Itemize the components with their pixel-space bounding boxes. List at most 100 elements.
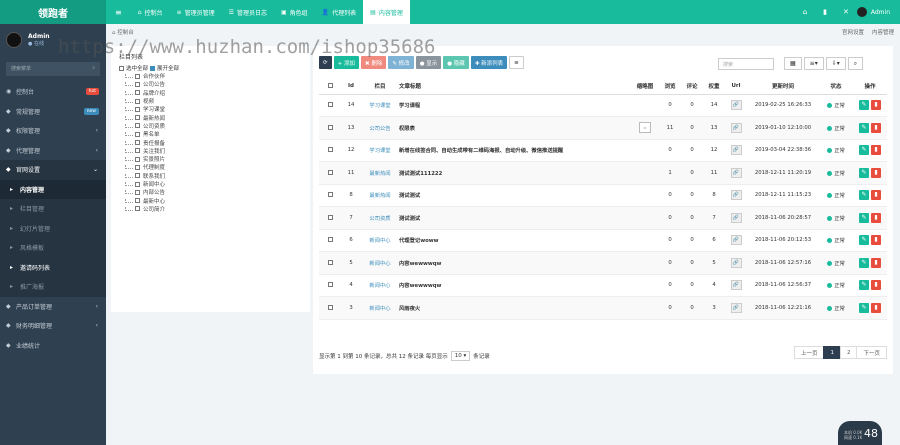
row-checkbox[interactable] xyxy=(319,296,341,320)
page-2-button[interactable]: 2 xyxy=(839,346,858,359)
col-thumb[interactable]: 缩略图 xyxy=(631,78,659,95)
link-icon[interactable]: 🔗 xyxy=(730,302,742,313)
app-logo[interactable]: 领跑者 xyxy=(0,0,106,24)
row-category[interactable]: 新闻中心 xyxy=(361,229,399,252)
row-category[interactable]: 公司公告 xyxy=(361,116,399,140)
tree-node[interactable]: 最新热闻 xyxy=(125,113,165,122)
table-row[interactable]: 11 最新热闻 测试测试111222 1 0 11 🔗 2018-12-11 11:20:19… xyxy=(319,161,887,185)
tree-node[interactable]: 品牌介绍 xyxy=(125,89,165,97)
sidebar-item-permissions[interactable]: ◆ 权限管理 ‹ xyxy=(0,121,106,141)
tree-node-checkbox[interactable] xyxy=(135,81,140,87)
link-icon[interactable]: 🔗 xyxy=(730,212,742,223)
tree-node[interactable]: 视频 xyxy=(125,97,165,105)
toggle-view-icon[interactable]: ▦ xyxy=(784,57,802,70)
tree-node[interactable]: 联系我们 xyxy=(125,172,165,180)
search-icon[interactable]: ⌕ xyxy=(847,57,864,70)
tree-node[interactable]: 实景照片 xyxy=(125,155,165,163)
more-menu-button[interactable]: ≡ xyxy=(509,56,524,69)
row-checkbox[interactable] xyxy=(319,229,341,252)
row-checkbox[interactable] xyxy=(319,206,341,230)
row-checkbox[interactable] xyxy=(319,274,341,297)
link-icon[interactable]: 🔗 xyxy=(730,122,742,133)
tree-node-checkbox[interactable] xyxy=(135,73,140,79)
topnav-admin-manage[interactable]: ≡ 管理员管理 xyxy=(170,0,222,24)
columns-icon[interactable]: ≡▾ xyxy=(803,57,824,70)
tree-node[interactable]: 公司公告 xyxy=(125,80,165,88)
table-row[interactable]: 5 新闻中心 内容wewwwqw 0 0 5 🔗 2018-11-06 12:57:16 正常 ✎… xyxy=(319,251,887,275)
topnav-admin-log[interactable]: ☰ 管理员日志 xyxy=(222,0,274,24)
col-category[interactable]: 栏目 xyxy=(361,78,399,95)
tree-node-checkbox[interactable] xyxy=(135,98,140,104)
tree-node-checkbox[interactable] xyxy=(135,198,140,204)
col-weight[interactable]: 权重 xyxy=(703,78,725,95)
delete-icon[interactable]: ▮ xyxy=(871,212,881,223)
link-icon[interactable]: 🔗 xyxy=(730,145,742,156)
sidebar-item-agents[interactable]: ◆ 代理管理 ‹ xyxy=(0,141,106,161)
tree-node-checkbox[interactable] xyxy=(135,206,140,212)
edit-icon[interactable]: ✎ xyxy=(859,190,869,201)
tree-node[interactable]: 学习课堂 xyxy=(125,105,165,113)
edit-icon[interactable]: ✎ xyxy=(859,302,869,313)
fullscreen-icon[interactable]: ✕ xyxy=(835,8,857,16)
tree-node[interactable]: 责任报备 xyxy=(125,138,165,147)
new-list-button[interactable]: ✚ 新添列表 xyxy=(470,56,508,69)
sidebar-search-input[interactable]: 搜索菜单 ⌕ xyxy=(6,62,100,76)
row-checkbox[interactable] xyxy=(319,116,341,140)
sidebar-item-invite-codes[interactable]: ▸ 邀请码列表 xyxy=(0,257,106,277)
sidebar-item-dashboard[interactable]: ◉ 控制台 hot xyxy=(0,82,106,102)
trash-icon[interactable]: ▮ xyxy=(815,8,835,16)
table-row[interactable]: 13 公司公告 权限表 ▫ 11 0 13 🔗 2019-01-10 12:10:00 正常 ✎ ▮ xyxy=(319,116,887,140)
hide-button[interactable]: ● 隐藏 xyxy=(443,56,469,69)
edit-icon[interactable]: ✎ xyxy=(859,145,869,156)
table-row[interactable]: 12 学习课堂 新增在线签合同、自动生成带有二维码海报、自动升级、微信推送提醒 0 0 1… xyxy=(319,139,887,162)
row-category[interactable]: 新闻中心 xyxy=(361,251,399,275)
page-1-button[interactable]: 1 xyxy=(823,346,841,359)
sidebar-item-website-settings[interactable]: ◆ 官网设置 ⌄ xyxy=(0,160,106,180)
tree-node[interactable]: 新闻中心 xyxy=(125,180,165,188)
avatar[interactable] xyxy=(856,7,867,17)
search-icon[interactable]: ⌕ xyxy=(92,65,95,73)
search-input[interactable]: 搜索 xyxy=(718,58,774,70)
tree-node-checkbox[interactable] xyxy=(135,90,140,96)
sidebar-item-finance[interactable]: ◆ 财务明细管理 ‹ xyxy=(0,316,106,336)
row-checkbox[interactable] xyxy=(319,161,341,185)
sidebar-item-orders[interactable]: ◆ 产品订单管理 ‹ xyxy=(0,297,106,317)
network-speed-widget[interactable]: 本机 0.0K 网速 0.1K 48 xyxy=(838,421,882,445)
tree-node[interactable]: 关注我们 xyxy=(125,147,165,155)
row-category[interactable]: 新闻中心 xyxy=(361,274,399,297)
delete-icon[interactable]: ▮ xyxy=(871,280,881,291)
tree-node[interactable]: 公司资质 xyxy=(125,122,165,130)
row-category[interactable]: 学习课堂 xyxy=(361,94,399,117)
delete-icon[interactable]: ▮ xyxy=(871,100,881,111)
thumbnail-image[interactable]: ▫ xyxy=(639,122,651,134)
table-row[interactable]: 7 公司资质 测试测试 0 0 7 🔗 2018-11-06 20:28:57 正常 ✎ ▮ xyxy=(319,206,887,230)
tree-node-checkbox[interactable] xyxy=(135,106,140,112)
link-icon[interactable]: 🔗 xyxy=(730,100,742,111)
link-icon[interactable]: 🔗 xyxy=(730,190,742,201)
sidebar-item-content-manage[interactable]: ▸ 内容管理 xyxy=(0,179,106,199)
edit-icon[interactable]: ✎ xyxy=(859,100,869,111)
home-icon[interactable]: ⌂ xyxy=(795,8,815,16)
select-all-checkbox[interactable] xyxy=(119,65,124,71)
tree-node-checkbox[interactable] xyxy=(135,115,140,121)
tree-node[interactable]: 代理制度 xyxy=(125,163,165,171)
table-row[interactable]: 14 学习课堂 学习课程 0 0 14 🔗 2019-02-25 16:26:33 正常 ✎ ▮ xyxy=(319,94,887,117)
row-category[interactable]: 最新热闻 xyxy=(361,184,399,207)
tree-node-checkbox[interactable] xyxy=(135,181,140,187)
edit-icon[interactable]: ✎ xyxy=(859,122,869,133)
table-row[interactable]: 6 新闻中心 代理登记woww 0 0 6 🔗 2018-11-06 20:12:53 正常 ✎ ▮ xyxy=(319,229,887,252)
col-url[interactable]: Url xyxy=(725,78,747,95)
link-icon[interactable]: 🔗 xyxy=(730,257,742,268)
sidebar-item-slides[interactable]: ▸ 幻灯片管理 xyxy=(0,218,106,238)
delete-icon[interactable]: ▮ xyxy=(871,302,881,313)
select-all-checkbox[interactable] xyxy=(319,78,341,95)
tree-node-checkbox[interactable] xyxy=(135,148,140,154)
sidebar-toggle-icon[interactable]: ≡ xyxy=(106,0,131,24)
tree-node[interactable]: 最新中心 xyxy=(125,196,165,205)
topnav-dashboard[interactable]: ⌂ 控制台 xyxy=(131,0,170,24)
table-row[interactable]: 3 新闻中心 风雨夜火 0 0 3 🔗 2018-11-06 12:21:16 正常 ✎ ▮ xyxy=(319,296,887,320)
col-updated[interactable]: 更新时间 xyxy=(747,78,819,95)
delete-icon[interactable]: ▮ xyxy=(871,235,881,246)
row-checkbox[interactable] xyxy=(319,251,341,275)
tree-node-checkbox[interactable] xyxy=(135,156,140,162)
